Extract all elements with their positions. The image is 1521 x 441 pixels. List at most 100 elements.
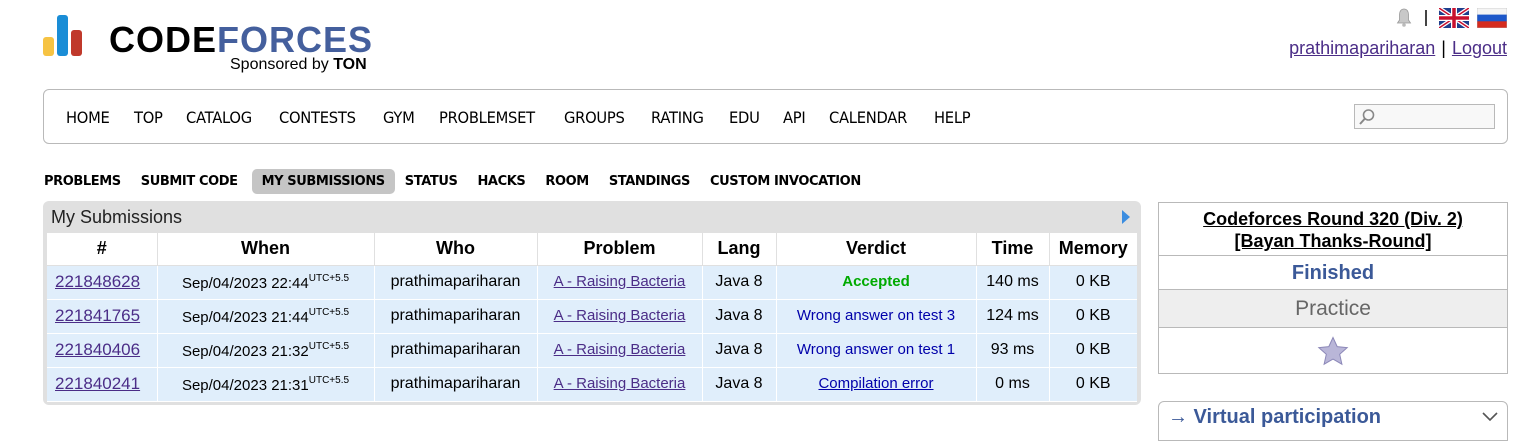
menu-item-api[interactable]: API: [783, 108, 806, 127]
submission-timezone: UTC+5.5: [308, 374, 350, 386]
table-row: 221840406 Sep/04/2023 21:32UTC+5.5 prath…: [47, 333, 1137, 368]
menu-item-rating[interactable]: RATING: [651, 108, 704, 127]
user-links-separator: |: [1441, 38, 1446, 58]
submission-time: 0 ms: [976, 367, 1050, 402]
logo-forces: FORCES: [217, 19, 374, 60]
submission-date: Sep/04/2023 21:32: [181, 342, 309, 360]
codeforces-logo[interactable]: CODEFORCES Sponsored by TON: [43, 14, 403, 78]
chevron-down-icon[interactable]: [1481, 410, 1499, 424]
top-icons: [1395, 6, 1507, 30]
menu-item-top[interactable]: TOP: [134, 108, 163, 127]
menu-item-contests[interactable]: CONTESTS: [279, 108, 356, 127]
column-header-problem: Problem: [537, 233, 703, 266]
menu-item-help[interactable]: HELP: [934, 108, 971, 127]
submission-verdict-cell: Accepted: [776, 265, 977, 300]
submission-verdict-cell: Wrong answer on test 3: [776, 299, 977, 334]
submission-time: 140 ms: [976, 265, 1050, 300]
menu-item-groups[interactable]: GROUPS: [564, 108, 625, 127]
tab-custom-invocation[interactable]: CUSTOM INVOCATION: [704, 170, 867, 193]
menu-item-calendar[interactable]: CALENDAR: [829, 108, 907, 127]
submission-id-cell: 221841765: [47, 299, 158, 334]
menu-item-problemset[interactable]: PROBLEMSET: [439, 108, 535, 127]
submission-lang: Java 8: [702, 265, 777, 300]
bell-icon[interactable]: [1395, 8, 1413, 28]
submission-who: prathimapariharan: [374, 367, 538, 402]
submission-when: Sep/04/2023 22:44UTC+5.5: [157, 265, 375, 300]
logo-bars-icon: [43, 14, 95, 56]
submission-lang: Java 8: [702, 299, 777, 334]
tab-my-submissions[interactable]: MY SUBMISSIONS: [251, 168, 395, 194]
sponsor-name: TON: [333, 56, 367, 73]
submission-date: Sep/04/2023 21:44: [181, 308, 309, 326]
tab-standings[interactable]: STANDINGS: [603, 170, 696, 193]
main-menu: HOME TOP CATALOG CONTESTS GYM PROBLEMSET…: [43, 89, 1508, 144]
submissions-panel: My Submissions # When Who Problem Lang V…: [43, 201, 1141, 405]
contest-status: Finished: [1159, 256, 1507, 290]
username-link[interactable]: prathimapariharan: [1289, 38, 1435, 58]
submission-id-link[interactable]: 221848628: [55, 272, 140, 291]
menu-item-home[interactable]: HOME: [66, 108, 110, 127]
submission-lang: Java 8: [702, 333, 777, 368]
submission-who: prathimapariharan: [374, 333, 538, 368]
contest-favorite: [1159, 328, 1507, 373]
arrow-right-icon[interactable]: [1121, 209, 1131, 225]
search-icon: [1359, 109, 1375, 125]
verdict-wrong-answer: Wrong answer on test 3: [796, 307, 956, 324]
problem-link[interactable]: A - Raising Bacteria: [554, 273, 686, 290]
submission-verdict-cell: Wrong answer on test 1: [776, 333, 977, 368]
icon-separator: [1425, 10, 1427, 26]
contest-name: Codeforces Round 320 (Div. 2) [Bayan Than…: [1159, 203, 1507, 256]
table-row: 221840241 Sep/04/2023 21:31UTC+5.5 prath…: [47, 367, 1137, 402]
problem-link[interactable]: A - Raising Bacteria: [554, 341, 686, 358]
logo-code: CODE: [109, 19, 218, 60]
column-header-id: #: [47, 233, 158, 266]
submission-id-cell: 221840241: [47, 367, 158, 402]
logout-link[interactable]: Logout: [1452, 38, 1507, 58]
menu-item-gym[interactable]: GYM: [383, 108, 415, 127]
russian-flag-icon[interactable]: [1477, 8, 1507, 28]
virtual-participation-box[interactable]: → Virtual participation: [1158, 401, 1508, 441]
tab-room[interactable]: ROOM: [539, 170, 594, 193]
submission-problem-cell: A - Raising Bacteria: [537, 333, 703, 368]
contest-name-link[interactable]: Codeforces Round 320 (Div. 2) [Bayan Than…: [1203, 209, 1463, 251]
submission-date: Sep/04/2023 22:44: [181, 274, 309, 292]
problem-link[interactable]: A - Raising Bacteria: [554, 375, 686, 392]
tab-hacks[interactable]: HACKS: [471, 170, 531, 193]
submission-id-link[interactable]: 221840406: [55, 340, 140, 359]
submission-memory: 0 KB: [1049, 333, 1137, 368]
submission-time: 93 ms: [976, 333, 1050, 368]
submission-who: prathimapariharan: [374, 299, 538, 334]
table-row: 221841765 Sep/04/2023 21:44UTC+5.5 prath…: [47, 299, 1137, 334]
column-header-when: When: [157, 233, 375, 266]
submission-id-link[interactable]: 221840241: [55, 374, 140, 393]
submission-id-cell: 221848628: [47, 265, 158, 300]
english-flag-icon[interactable]: [1439, 8, 1469, 28]
tab-status[interactable]: STATUS: [399, 170, 464, 193]
tab-submit-code[interactable]: SUBMIT CODE: [135, 170, 244, 193]
submission-date: Sep/04/2023 21:31: [181, 376, 309, 394]
submission-timezone: UTC+5.5: [308, 272, 350, 284]
submission-memory: 0 KB: [1049, 299, 1137, 334]
submission-verdict-cell: Compilation error: [776, 367, 977, 402]
submission-id-link[interactable]: 221841765: [55, 306, 140, 325]
contest-phase: Practice: [1159, 290, 1507, 328]
tab-problems[interactable]: PROBLEMS: [38, 170, 127, 193]
submission-timezone: UTC+5.5: [308, 306, 350, 318]
verdict-compilation-error-link[interactable]: Compilation error: [818, 375, 933, 392]
verdict-accepted: Accepted: [842, 273, 910, 290]
submission-problem-cell: A - Raising Bacteria: [537, 299, 703, 334]
star-icon[interactable]: [1317, 335, 1349, 366]
column-header-lang: Lang: [702, 233, 777, 266]
submissions-table: # When Who Problem Lang Verdict Time Mem…: [47, 233, 1137, 402]
problem-link[interactable]: A - Raising Bacteria: [554, 307, 686, 324]
menu-item-catalog[interactable]: CATALOG: [186, 108, 252, 127]
verdict-wrong-answer: Wrong answer on test 1: [796, 341, 956, 358]
contest-info-box: Codeforces Round 320 (Div. 2) [Bayan Than…: [1158, 202, 1508, 374]
search-input[interactable]: [1354, 104, 1495, 129]
submission-who: prathimapariharan: [374, 265, 538, 300]
logo-sponsor: Sponsored by TON: [230, 56, 367, 74]
submission-memory: 0 KB: [1049, 265, 1137, 300]
submission-when: Sep/04/2023 21:44UTC+5.5: [157, 299, 375, 334]
menu-item-edu[interactable]: EDU: [729, 108, 760, 127]
submission-memory: 0 KB: [1049, 367, 1137, 402]
